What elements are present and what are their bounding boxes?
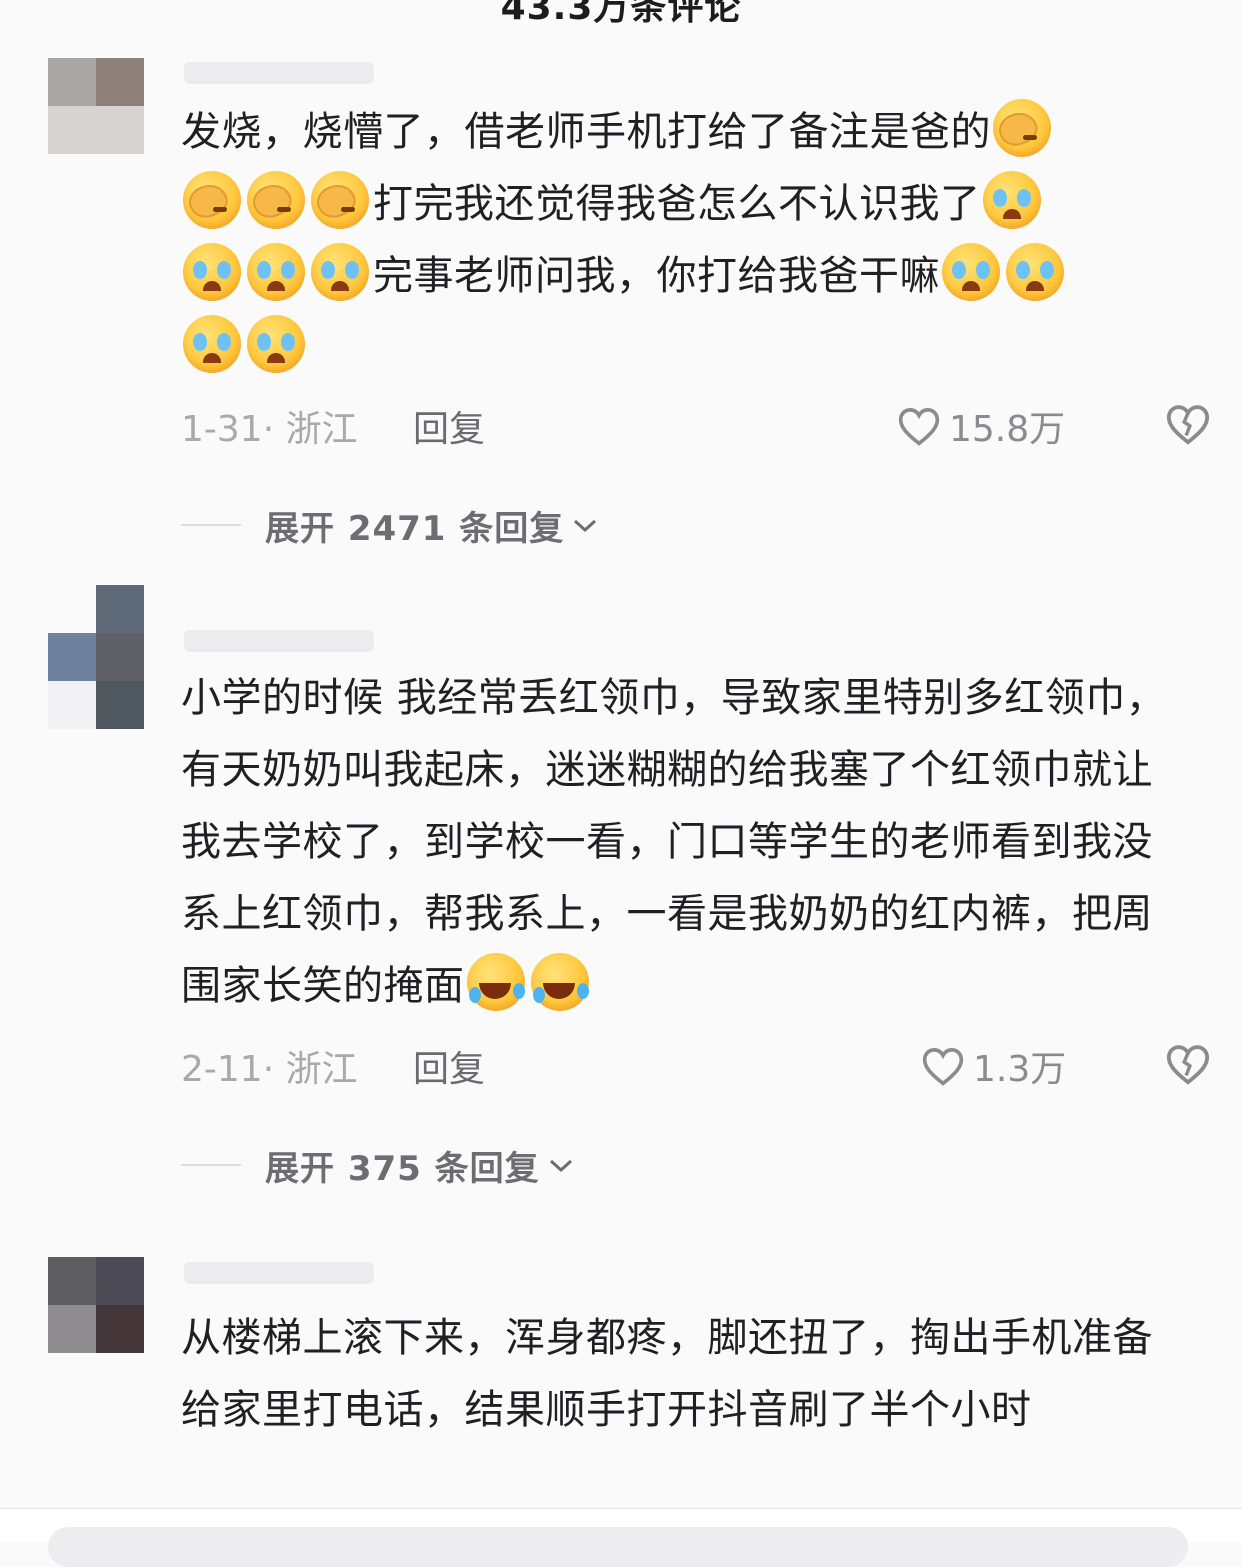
username[interactable] [184, 630, 374, 652]
comment-meta: 1-31· 浙江 回复 15.8万 [181, 400, 1210, 452]
bottom-comment-bar [0, 1508, 1242, 1567]
facepalm-emoji-icon [247, 171, 305, 229]
like-count: 15.8万 [949, 409, 1066, 450]
expand-replies-label: 展开 375 条回复 [265, 1148, 540, 1189]
reply-button[interactable]: 回复 [413, 400, 485, 452]
crying-emoji-icon [311, 243, 369, 301]
crying-emoji-icon [942, 243, 1000, 301]
comment-date-location: 1-31· 浙江 [181, 409, 358, 450]
broken-heart-icon[interactable] [1165, 402, 1211, 446]
crying-emoji-icon [247, 243, 305, 301]
comment-text: 从楼梯上滚下来，浑身都疼，脚还扭了，掏出手机准备给家里打电话，结果顺手打开抖音刷… [181, 1302, 1191, 1446]
reply-button[interactable]: 回复 [413, 1040, 485, 1092]
rolling-on-floor-laughing-emoji-icon [530, 953, 589, 1011]
crying-emoji-icon [183, 243, 241, 301]
comment-meta: 2-11· 浙江 回复 1.3万 [181, 1040, 1210, 1092]
heart-icon [898, 408, 940, 446]
broken-heart-icon[interactable] [1165, 1042, 1211, 1086]
comment-text-part: 从楼梯上滚下来，浑身都疼，脚还扭了，掏出手机准备给家里打电话，结果顺手打开抖音刷… [181, 1315, 1153, 1433]
expand-replies-label: 展开 2471 条回复 [265, 508, 565, 549]
comment-text: 小学的时候 我经常丢红领巾，导致家里特别多红领巾，有天奶奶叫我起床，迷迷糊糊的给… [181, 662, 1191, 1022]
avatar[interactable] [48, 585, 144, 729]
rolling-on-floor-laughing-emoji-icon [466, 953, 525, 1011]
comment-text-part: 发烧，烧懵了，借老师手机打给了备注是爸的 [181, 109, 991, 155]
comment-text: 发烧，烧懵了，借老师手机打给了备注是爸的 打完我还觉得我爸怎么不认识我了 完事老… [181, 96, 1191, 384]
like-button[interactable]: 15.8万 [897, 400, 1065, 452]
heart-icon [922, 1048, 964, 1086]
avatar[interactable] [48, 1257, 144, 1353]
divider [181, 524, 241, 526]
expand-replies[interactable]: 展开 375 条回复 [181, 1140, 576, 1190]
facepalm-emoji-icon [183, 171, 241, 229]
comment-text-part: 完事老师问我，你打给我爸干嘛 [373, 253, 940, 299]
facepalm-emoji-icon [311, 171, 369, 229]
crying-emoji-icon [982, 171, 1041, 229]
chevron-down-icon [574, 519, 597, 533]
facepalm-emoji-icon [993, 99, 1051, 157]
comment-text-part: 小学的时候 我经常丢红领巾，导致家里特别多红领巾，有天奶奶叫我起床，迷迷糊糊的给… [181, 675, 1167, 1009]
username[interactable] [184, 62, 374, 84]
chevron-down-icon [549, 1159, 572, 1173]
comment-input[interactable] [48, 1527, 1188, 1567]
comment-text-part: 打完我还觉得我爸怎么不认识我了 [373, 181, 981, 227]
expand-replies[interactable]: 展开 2471 条回复 [181, 500, 600, 550]
crying-emoji-icon [247, 315, 305, 373]
avatar[interactable] [48, 58, 144, 154]
crying-emoji-icon [1006, 243, 1064, 301]
crying-emoji-icon [183, 315, 241, 373]
username[interactable] [184, 1262, 374, 1284]
like-button[interactable]: 1.3万 [921, 1040, 1066, 1092]
like-count: 1.3万 [973, 1049, 1067, 1090]
divider [181, 1164, 241, 1166]
comment-date-location: 2-11· 浙江 [181, 1049, 358, 1090]
comment-count-title: 43.3万条评论 [500, 0, 742, 28]
